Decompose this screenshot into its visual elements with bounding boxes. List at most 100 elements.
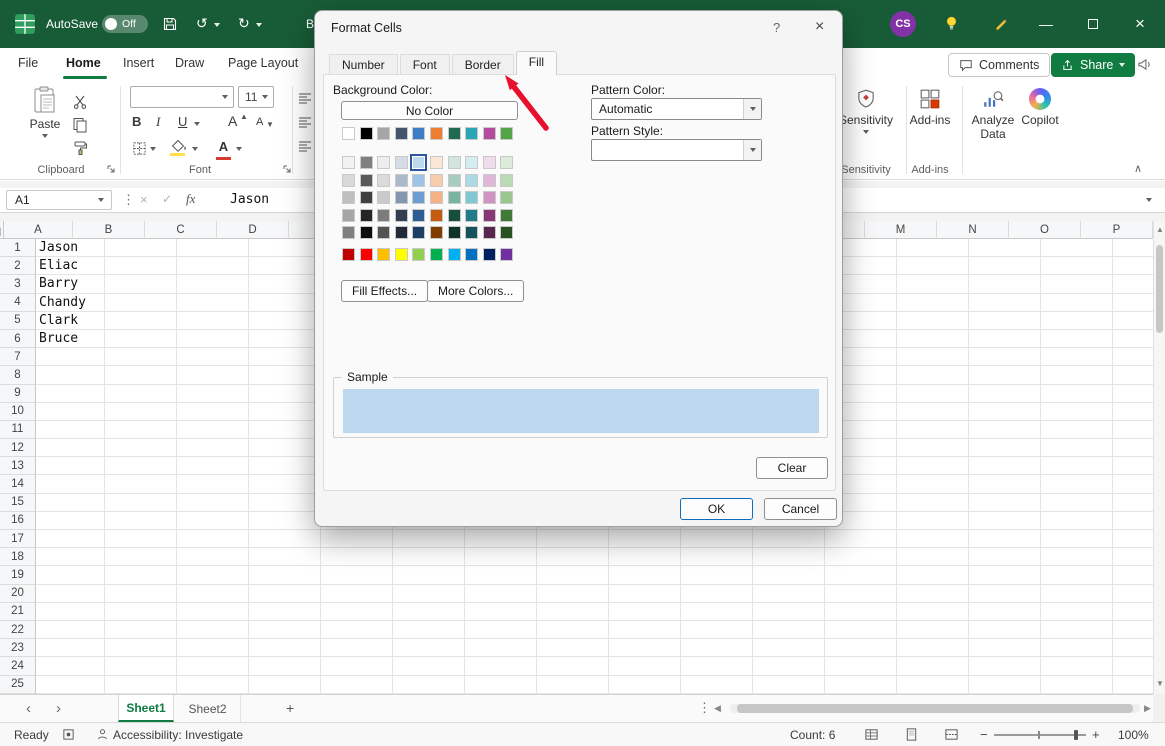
color-swatch[interactable] xyxy=(359,248,373,261)
cell-L25[interactable] xyxy=(825,675,897,694)
cell-A16[interactable] xyxy=(36,511,105,530)
cell-C6[interactable] xyxy=(177,329,249,349)
cell-H22[interactable] xyxy=(537,620,609,640)
confirm-entry-icon[interactable]: ✓ xyxy=(162,192,172,206)
color-swatch[interactable] xyxy=(465,156,479,169)
pattern-style-dropdown[interactable] xyxy=(591,139,762,161)
cell-F19[interactable] xyxy=(393,566,465,585)
cell-N20[interactable] xyxy=(969,584,1041,603)
cell-D21[interactable] xyxy=(249,602,321,621)
cell-P1[interactable] xyxy=(1113,239,1153,258)
comments-button[interactable]: Comments xyxy=(948,53,1051,77)
cell-O24[interactable] xyxy=(1041,657,1113,676)
color-swatch[interactable] xyxy=(394,127,408,140)
cell-C25[interactable] xyxy=(177,675,249,694)
cell-E21[interactable] xyxy=(321,602,393,621)
cell-O12[interactable] xyxy=(1041,439,1113,458)
cell-C23[interactable] xyxy=(177,639,249,658)
color-swatch[interactable] xyxy=(377,173,391,187)
cell-D10[interactable] xyxy=(249,402,321,421)
cell-P24[interactable] xyxy=(1113,657,1153,676)
cell-N23[interactable] xyxy=(969,639,1041,658)
pen-icon[interactable] xyxy=(992,15,1009,32)
color-swatch[interactable] xyxy=(377,226,391,239)
cell-O11[interactable] xyxy=(1041,420,1113,440)
cell-B7[interactable] xyxy=(105,348,177,367)
cell-B2[interactable] xyxy=(105,257,177,276)
cell-P23[interactable] xyxy=(1113,639,1153,658)
color-swatch[interactable] xyxy=(412,127,426,140)
cell-N16[interactable] xyxy=(969,511,1041,530)
row-header-9[interactable]: 9 xyxy=(0,384,36,403)
cell-P16[interactable] xyxy=(1113,512,1153,530)
cell-A15[interactable] xyxy=(36,493,105,512)
cell-D12[interactable] xyxy=(249,439,321,458)
more-colors-button[interactable]: More Colors... xyxy=(427,280,525,302)
cell-O6[interactable] xyxy=(1041,329,1113,349)
cell-H18[interactable] xyxy=(537,548,609,567)
color-swatch[interactable] xyxy=(482,156,496,169)
cell-C16[interactable] xyxy=(177,511,249,530)
cell-I25[interactable] xyxy=(609,675,681,694)
cell-D3[interactable] xyxy=(249,275,321,294)
color-swatch[interactable] xyxy=(500,191,514,204)
fill-color-icon[interactable] xyxy=(170,139,188,156)
cell-E19[interactable] xyxy=(321,566,393,585)
scroll-down-icon[interactable]: ▼ xyxy=(1156,679,1164,688)
cell-E23[interactable] xyxy=(321,639,393,658)
cell-A13[interactable] xyxy=(36,457,105,476)
cell-M8[interactable] xyxy=(897,366,969,385)
cell-G18[interactable] xyxy=(465,548,537,567)
cell-C12[interactable] xyxy=(177,439,249,458)
vertical-scrollbar-thumb[interactable] xyxy=(1156,245,1163,333)
clear-button[interactable]: Clear xyxy=(756,457,828,479)
excel-logo-icon[interactable] xyxy=(14,13,36,35)
cell-L22[interactable] xyxy=(825,620,897,640)
cell-A20[interactable] xyxy=(36,584,105,603)
ribbon-tab-home[interactable]: Home xyxy=(66,56,101,70)
column-header-B[interactable]: B xyxy=(73,221,145,239)
cell-M22[interactable] xyxy=(897,620,969,640)
cell-P7[interactable] xyxy=(1113,348,1153,367)
cell-E25[interactable] xyxy=(321,675,393,694)
cell-M3[interactable] xyxy=(897,275,969,294)
cell-N3[interactable] xyxy=(969,275,1041,294)
vertical-scrollbar[interactable]: ▲ ▼ xyxy=(1153,221,1165,694)
cell-D6[interactable] xyxy=(249,329,321,349)
formula-value[interactable]: Jason xyxy=(230,192,269,207)
clipboard-dialog-launcher-icon[interactable] xyxy=(106,164,116,174)
cell-C5[interactable] xyxy=(177,311,249,330)
cell-N8[interactable] xyxy=(969,366,1041,385)
cell-P22[interactable] xyxy=(1113,621,1153,640)
cell-P17[interactable] xyxy=(1113,530,1153,549)
cell-A1[interactable]: Jason xyxy=(36,239,105,258)
hscroll-left-icon[interactable]: ◀ xyxy=(714,703,721,714)
cell-O23[interactable] xyxy=(1041,639,1113,658)
cell-P18[interactable] xyxy=(1113,548,1153,567)
horizontal-scrollbar[interactable] xyxy=(730,704,1140,713)
cell-N2[interactable] xyxy=(969,257,1041,276)
underline-dropdown-icon[interactable] xyxy=(194,122,200,126)
cell-M2[interactable] xyxy=(897,257,969,276)
dialog-close-button[interactable]: × xyxy=(815,18,824,36)
color-swatch[interactable] xyxy=(342,208,355,222)
cell-D8[interactable] xyxy=(249,366,321,385)
cell-D2[interactable] xyxy=(249,257,321,276)
cancel-entry-icon[interactable]: × xyxy=(140,192,148,207)
color-swatch[interactable] xyxy=(500,127,514,140)
color-swatch[interactable] xyxy=(342,127,355,140)
color-swatch[interactable] xyxy=(482,208,496,222)
maximize-button[interactable] xyxy=(1078,9,1108,39)
color-swatch[interactable] xyxy=(429,248,443,261)
color-swatch[interactable] xyxy=(394,248,408,261)
font-dialog-launcher-icon[interactable] xyxy=(282,164,292,174)
undo-icon[interactable]: ↺ xyxy=(196,16,208,30)
cell-C9[interactable] xyxy=(177,384,249,403)
copilot-button[interactable]: Copilot xyxy=(1012,88,1068,127)
cell-H19[interactable] xyxy=(537,566,609,585)
cell-A22[interactable] xyxy=(36,620,105,640)
dialog-tab-border[interactable]: Border xyxy=(451,54,514,75)
cell-J18[interactable] xyxy=(681,548,753,567)
cell-P8[interactable] xyxy=(1113,366,1153,385)
color-swatch[interactable] xyxy=(429,127,443,140)
